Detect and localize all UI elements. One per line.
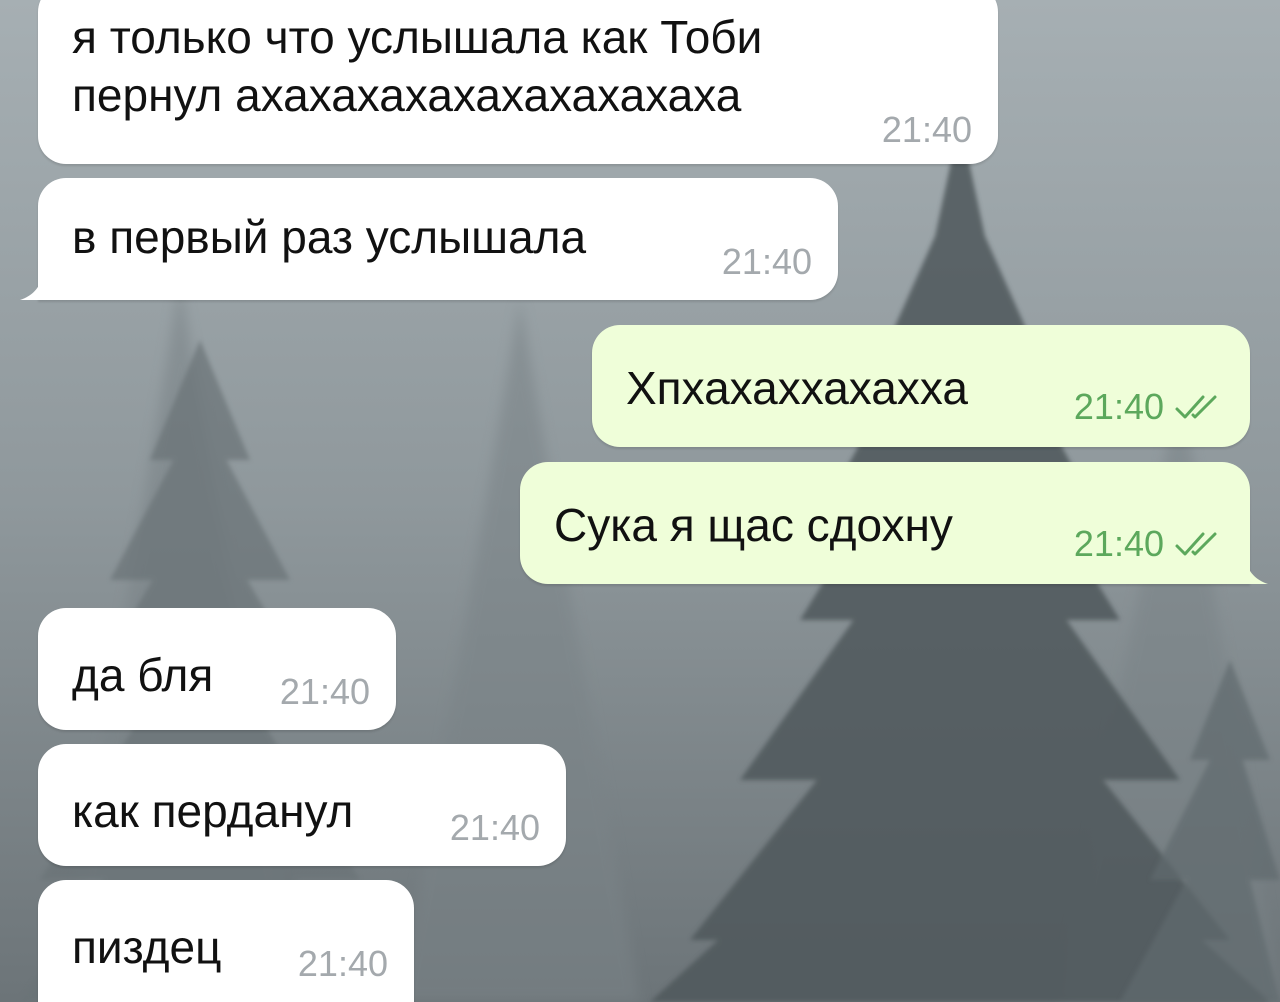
message-time: 21:40 [1073, 386, 1164, 427]
message-time: 21:40 [297, 943, 388, 984]
incoming-message[interactable]: пиздец 21:40 [38, 880, 414, 1002]
message-meta: 21:40 [1074, 524, 1220, 564]
message-meta: 21:40 [298, 944, 388, 984]
message-meta: 21:40 [722, 242, 812, 282]
double-check-icon [1175, 395, 1217, 419]
outgoing-message[interactable]: Сука я щас сдохну 21:40 [520, 462, 1268, 584]
message-time: 21:40 [721, 241, 812, 282]
outgoing-message[interactable]: Хпхахаххахахха 21:40 [592, 325, 1250, 447]
chat-message-list[interactable]: я только что услышала как Тоби пернул ах… [0, 0, 1280, 1002]
incoming-message[interactable]: как перданул 21:40 [38, 744, 566, 866]
message-time: 21:40 [1073, 523, 1164, 564]
message-meta: 21:40 [280, 672, 370, 712]
message-text: в первый раз услышала [72, 211, 587, 263]
message-meta: 21:40 [450, 808, 540, 848]
message-text: я только что услышала как Тоби пернул ах… [72, 11, 763, 121]
message-time: 21:40 [279, 671, 370, 712]
incoming-message[interactable]: да бля 21:40 [38, 608, 396, 730]
message-meta: 21:40 [1074, 387, 1220, 427]
bubble-tail [20, 276, 42, 300]
incoming-message[interactable]: в первый раз услышала 21:40 [20, 178, 838, 300]
incoming-message[interactable]: я только что услышала как Тоби пернул ах… [38, 0, 998, 164]
message-meta: 21:40 [882, 110, 972, 150]
message-time: 21:40 [449, 807, 540, 848]
double-check-icon [1175, 532, 1217, 556]
bubble-tail [1246, 560, 1268, 584]
message-time: 21:40 [881, 109, 972, 150]
